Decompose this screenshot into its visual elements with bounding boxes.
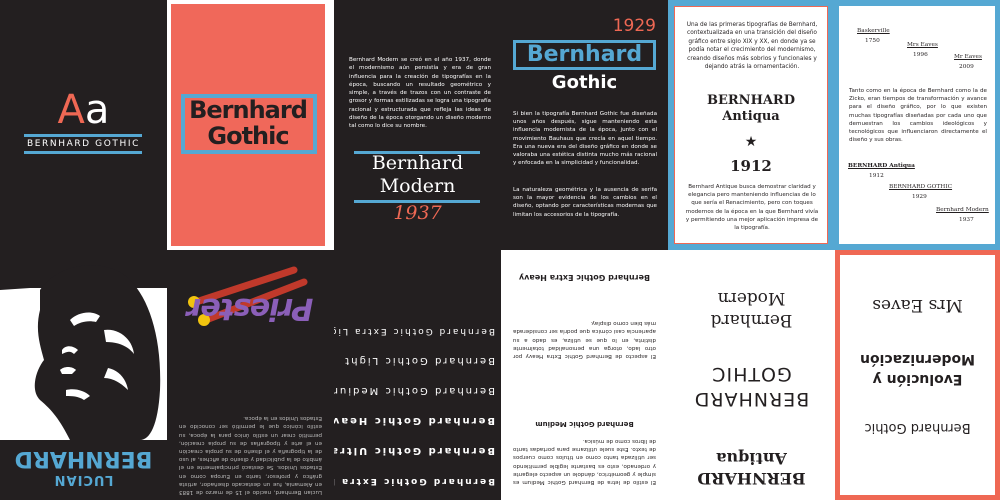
cover-card: Bernhard Gothic Evolución y Modernizació… [840, 255, 995, 495]
cover-title-line1: Evolución y [872, 371, 963, 387]
gothic-description: Si bien la tipografía Bernhard Gothic fu… [513, 111, 657, 167]
timeline-antiqua: BERNHARD Antiqua [848, 163, 915, 169]
panel-cover: Bernhard Gothic Evolución y Modernizació… [835, 250, 1000, 500]
antiqua-line2: Antiqua [716, 449, 787, 468]
red-background: Bernhard Gothic [171, 4, 325, 246]
extra-heavy-description: El aspecto de Bernhard Gothic Extra Heav… [513, 320, 656, 359]
panel-aa-specimen: Aa BERNHARD GOTHIC [0, 0, 167, 250]
timeline-year-1996: 1996 [913, 52, 928, 58]
panel-bernhard-modern: Bernhard Modern se creó en el año 1937, … [334, 0, 501, 250]
gothic-year: 1929 [612, 16, 656, 36]
letter-lower: a [84, 87, 110, 133]
letter-upper: A [57, 87, 85, 133]
gothic-title-line2: Gothic [551, 72, 618, 93]
timeline-description: Tanto como en la época de Bernhard como … [849, 88, 987, 144]
cover-subtitle: Bernhard Gothic [864, 420, 971, 435]
weight-ultra: Bernhard Gothic Ultra [334, 445, 495, 456]
timeline-gothic: BERNHARD GOTHIC [889, 184, 953, 190]
timeline-card: Baskerville 1750 Mrs Eaves 1996 Mr Eaves… [839, 6, 995, 244]
weight-heavy: Bernhard Gothic Heavy [334, 415, 495, 426]
poster-title-line1: Bernhard [189, 96, 308, 124]
timeline-mrs-eaves: Mrs Eaves [907, 42, 938, 48]
panel-gothic-styles: El estilo de letra de Bernhard Gothic Me… [501, 250, 668, 500]
name-lucian: LUCIAN [53, 472, 114, 487]
antiqua-title-line2: Antiqua [722, 109, 780, 124]
poster-title-line2: Gothic [207, 122, 289, 150]
panel-bernhard-antiqua: Una de las primeras tipografías de Bernh… [668, 0, 835, 250]
modern-title-line2: Modern [379, 175, 456, 197]
timeline-year-1937: 1937 [959, 217, 974, 223]
timeline-mr-eaves: Mr Eaves [954, 54, 982, 60]
antiqua-line1: BERNHARD [697, 469, 806, 488]
divider-bottom [24, 151, 142, 154]
panel-gothic-weights: Bernhard Gothic Extra Heavy Bernhard Got… [334, 250, 501, 500]
typography-poster-sheet: Aa BERNHARD GOTHIC Bernhard Gothic Bernh… [0, 0, 1000, 500]
star-icon: ★ [744, 134, 758, 150]
antiqua-year: 1912 [730, 157, 772, 175]
antiqua-intro: Una de las primeras tipografías de Bernh… [686, 22, 818, 71]
modern-title-line1: Bernhard [371, 152, 464, 174]
aa-glyphs: Aa [0, 88, 167, 132]
timeline-baskerville: Baskerville [857, 28, 890, 34]
antiqua-card: Una de las primeras tipografías de Bernh… [674, 6, 828, 244]
medium-description: El estilo de letra de Bernhard Gothic Me… [513, 437, 656, 485]
divider-top [24, 134, 142, 137]
modern-line2: Modern [717, 288, 786, 308]
weight-light: Bernhard Gothic Light [343, 355, 495, 366]
panel-three-typefaces: BERNHARD Antiqua BERNHARD GOTHIC Bernhar… [668, 250, 835, 500]
weight-extra-light: Bernhard Gothic Extra Light [334, 326, 495, 336]
weight-extra-heavy: Bernhard Gothic Extra Heavy [334, 476, 495, 486]
specimen-label: BERNHARD GOTHIC [26, 139, 141, 149]
gothic-description-2: La naturaleza geométrica y la ausencia d… [513, 187, 657, 218]
name-bernhard: BERNHARD [14, 446, 153, 471]
timeline-year-2009: 2009 [959, 64, 974, 70]
medium-heading: Bernhard Gothic Medium [535, 420, 634, 428]
modern-line1: Bernhard [710, 310, 793, 330]
cover-title-line2: Modernización [860, 351, 976, 367]
modern-description: Bernhard Modern se creó en el año 1937, … [349, 57, 491, 130]
panel-lucian-portrait: BERNHARD LUCIAN [0, 250, 167, 500]
weight-medium: Bernhard Gothic Medium [334, 385, 495, 396]
antiqua-description: Bernhard Antique busca demostrar clarida… [685, 184, 819, 232]
timeline-year-1929: 1929 [912, 194, 927, 200]
antiqua-title-line1: BERNHARD [706, 93, 796, 108]
priester-logo: Priester [187, 291, 314, 326]
panel-priester-biography: Lucian Bernhard, nacido el 15 de marzo d… [167, 250, 334, 500]
gothic-line2: GOTHIC [711, 363, 792, 385]
timeline-year-1912: 1912 [869, 173, 884, 179]
extra-heavy-heading: Bernhard Gothic Extra Heavy [518, 273, 651, 282]
panel-bernhard-gothic: 1929 Bernhard Gothic Si bien la tipograf… [501, 0, 668, 250]
panel-gothic-poster: Bernhard Gothic [167, 0, 334, 250]
gothic-line1: BERNHARD [693, 388, 810, 410]
matches-icon [188, 266, 308, 326]
gothic-title-line1: Bernhard [513, 40, 656, 70]
timeline-modern: Bernhard Modern [936, 207, 989, 213]
modern-year: 1937 [393, 202, 442, 224]
panel-timeline: Baskerville 1750 Mrs Eaves 1996 Mr Eaves… [835, 0, 1000, 250]
cover-mrs-eaves: Mrs Eaves [872, 295, 963, 315]
timeline-year-1750: 1750 [865, 38, 880, 44]
